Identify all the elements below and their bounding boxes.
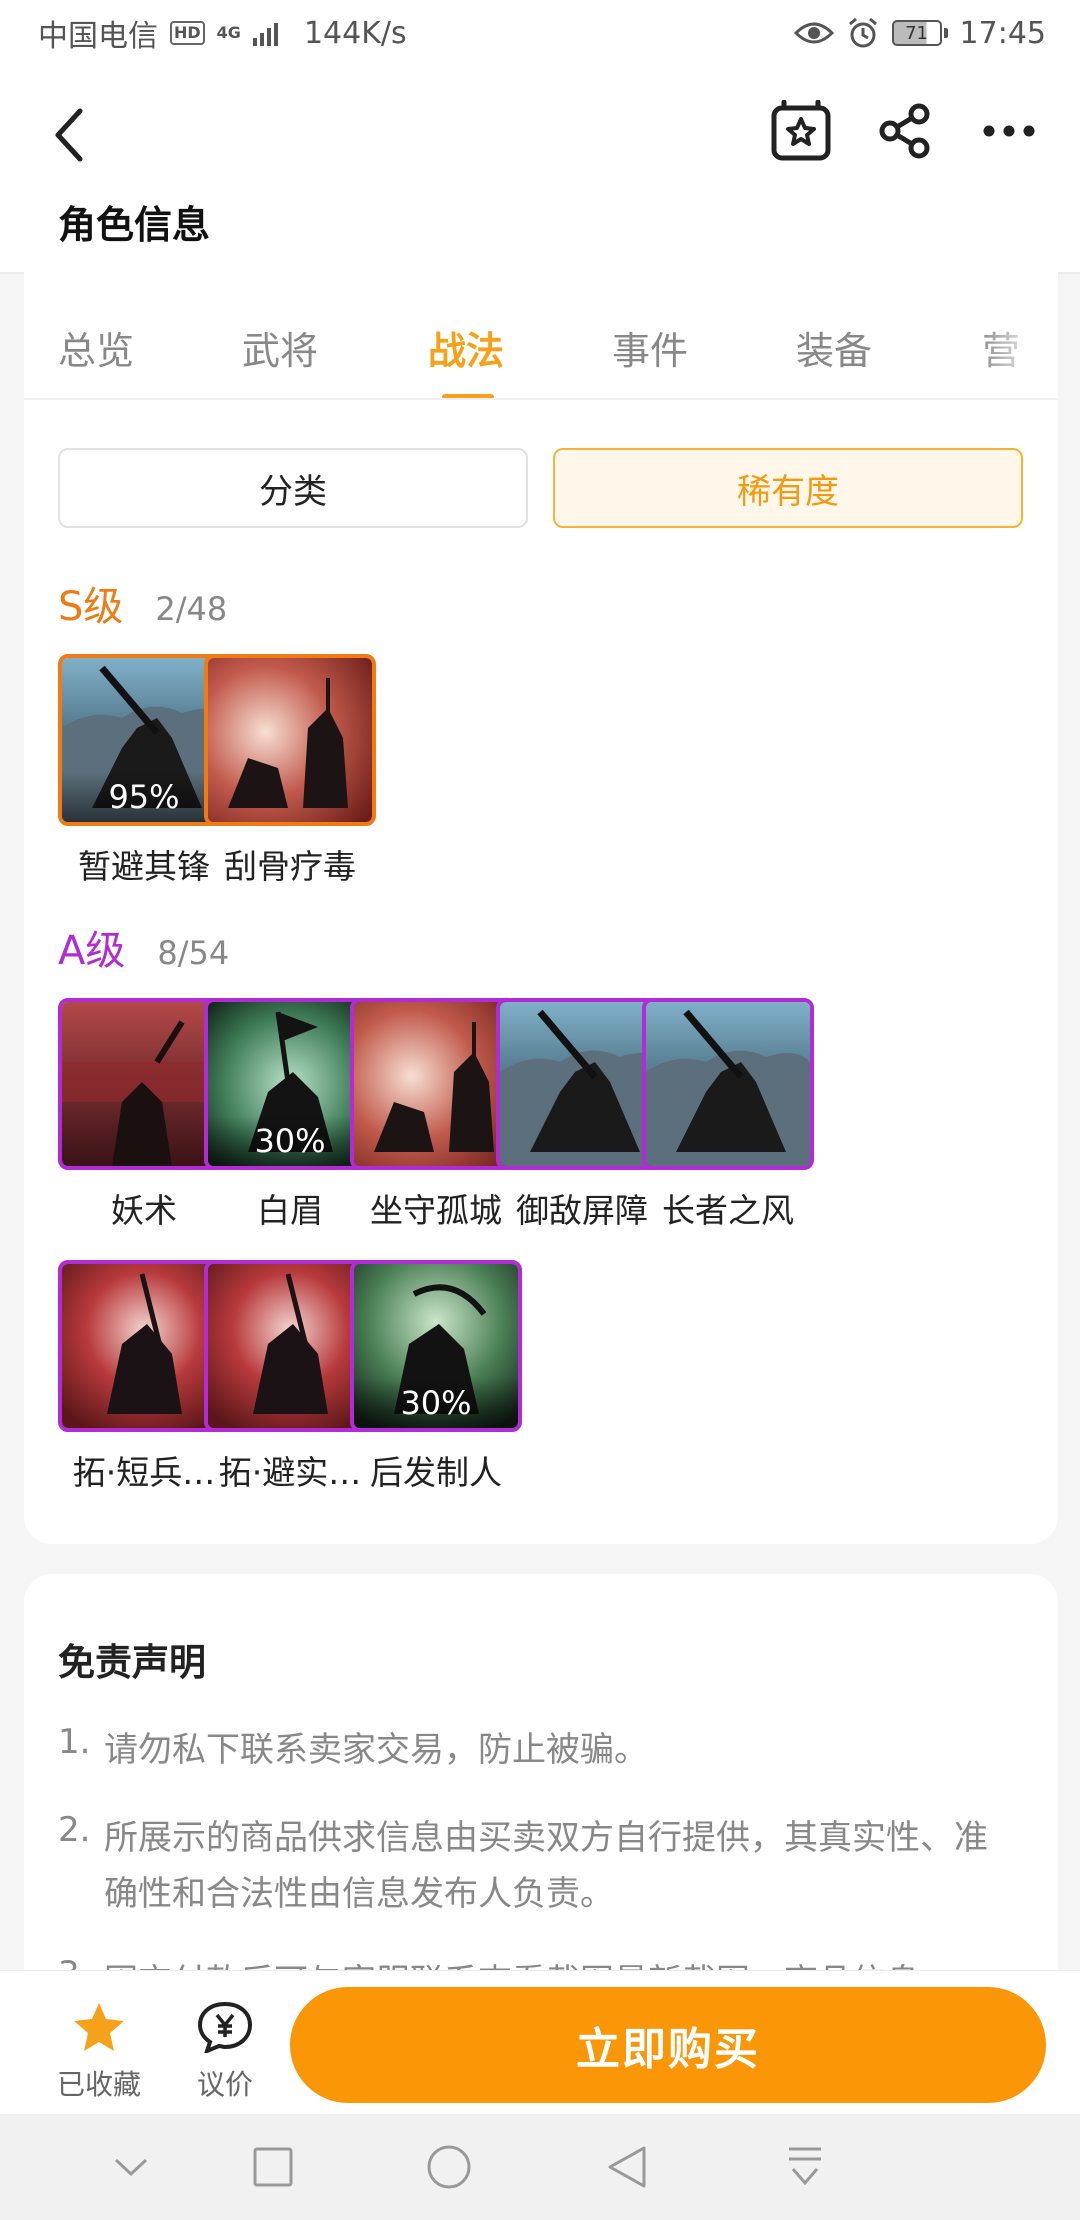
- grade-name: A级: [58, 928, 126, 974]
- s-grade-header: S级 2/48: [58, 574, 227, 632]
- tab-bar: 总览 武将 战法 事件 装备 营: [24, 272, 1058, 400]
- progress-percent: 95%: [62, 772, 226, 822]
- battery-icon: 71: [891, 20, 948, 46]
- status-right: 71 17:45: [793, 15, 1046, 51]
- alarm-icon: [848, 17, 877, 48]
- circle-icon: [427, 2145, 471, 2189]
- pulldown-icon: [789, 2147, 821, 2186]
- share-button[interactable]: [870, 96, 940, 166]
- square-icon: [253, 2147, 293, 2187]
- notification-pulldown-button[interactable]: [780, 2142, 830, 2192]
- chevron-down-icon: [114, 2158, 148, 2177]
- triangle-back-icon: [608, 2146, 646, 2188]
- rarity-filter-button[interactable]: 稀有度: [553, 448, 1023, 528]
- network-label: 4G: [216, 23, 241, 42]
- favorite-button[interactable]: [766, 96, 836, 166]
- tab-generals[interactable]: 武将: [242, 320, 318, 375]
- bottom-action-bar: 已收藏 议价 立即购买: [0, 1970, 1080, 2114]
- buy-now-button[interactable]: 立即购买: [290, 1987, 1046, 2103]
- home-button[interactable]: [424, 2142, 474, 2192]
- skill-icon: [204, 654, 376, 826]
- favorite-star-icon: [771, 100, 831, 161]
- skill-name: 后发制人: [370, 1453, 502, 1492]
- grade-count: 2/48: [155, 590, 228, 628]
- star-icon: [74, 2003, 124, 2051]
- a-grade-header: A级 8/54: [58, 918, 229, 976]
- item-number: 2.: [58, 1810, 91, 1850]
- skill-card[interactable]: 刮骨疗毒: [204, 654, 376, 888]
- back-icon: [55, 108, 83, 162]
- status-bar: 中国电信 HD 4G 144K/s 71 17:45: [0, 0, 1080, 66]
- grade-count: 8/54: [157, 934, 230, 972]
- favorite-label: 已收藏: [56, 2068, 141, 2101]
- bargain-chat-icon: [197, 2001, 253, 2053]
- skill-card[interactable]: 30% 后发制人: [350, 1260, 522, 1494]
- clock: 17:45: [959, 15, 1046, 51]
- skill-icon: 30%: [350, 1260, 522, 1432]
- tab-events[interactable]: 事件: [612, 320, 688, 375]
- back-button[interactable]: [52, 100, 112, 170]
- signal-icon: [252, 20, 278, 46]
- more-button[interactable]: [974, 96, 1044, 166]
- share-icon: [879, 103, 930, 159]
- page-title: 角色信息: [58, 203, 211, 247]
- collapse-button[interactable]: [106, 2142, 156, 2192]
- app-header: 角色信息: [0, 66, 1080, 272]
- item-number: 1.: [58, 1722, 91, 1762]
- item-text: 请勿私下联系卖家交易，防止被骗。: [104, 1730, 648, 1770]
- active-tab-indicator: [442, 394, 494, 398]
- tab-equipment[interactable]: 装备: [796, 320, 872, 375]
- tab-overview[interactable]: 总览: [58, 320, 134, 375]
- status-left: 中国电信 HD 4G 144K/s: [38, 11, 407, 55]
- skill-icon: [642, 998, 814, 1170]
- tab-fade: [978, 272, 1058, 398]
- recents-button[interactable]: [248, 2142, 298, 2192]
- item-text: 所展示的商品供求信息由买卖双方自行提供，其真实性、准确性和合法性由信息发布人负责…: [104, 1818, 988, 1914]
- bargain-button[interactable]: 议价: [170, 2001, 280, 2103]
- more-icon: [983, 125, 1035, 137]
- category-filter-button[interactable]: 分类: [58, 448, 528, 528]
- eye-icon: [793, 22, 834, 44]
- disclaimer-card: 免责声明 1. 请勿私下联系卖家交易，防止被骗。 2. 所展示的商品供求信息由买…: [24, 1574, 1058, 1974]
- progress-percent: 30%: [354, 1378, 518, 1428]
- favorite-toggle[interactable]: 已收藏: [44, 2001, 154, 2103]
- progress-percent: 30%: [208, 1116, 372, 1166]
- carrier-label: 中国电信: [38, 19, 158, 54]
- bargain-label: 议价: [196, 2068, 253, 2101]
- disclaimer-title: 免责声明: [58, 1641, 206, 1684]
- skills-card: 总览 武将 战法 事件 装备 营 分类 稀有度 S级 2/48 95% 暂避其锋…: [24, 272, 1058, 1544]
- hd-badge: HD: [170, 21, 205, 45]
- disclaimer-item: 1. 请勿私下联系卖家交易，防止被骗。: [58, 1722, 1004, 1778]
- network-speed: 144K/s: [303, 15, 407, 51]
- grade-name: S级: [58, 584, 124, 630]
- skill-card[interactable]: 长者之风: [642, 998, 814, 1232]
- system-back-button[interactable]: [602, 2142, 652, 2192]
- system-nav-bar: [0, 2114, 1080, 2220]
- skill-name: 长者之风: [662, 1191, 794, 1230]
- disclaimer-item: 2. 所展示的商品供求信息由买卖双方自行提供，其真实性、准确性和合法性由信息发布…: [58, 1810, 1004, 1922]
- tab-tactics[interactable]: 战法: [428, 320, 504, 375]
- skill-name: 刮骨疗毒: [224, 847, 356, 886]
